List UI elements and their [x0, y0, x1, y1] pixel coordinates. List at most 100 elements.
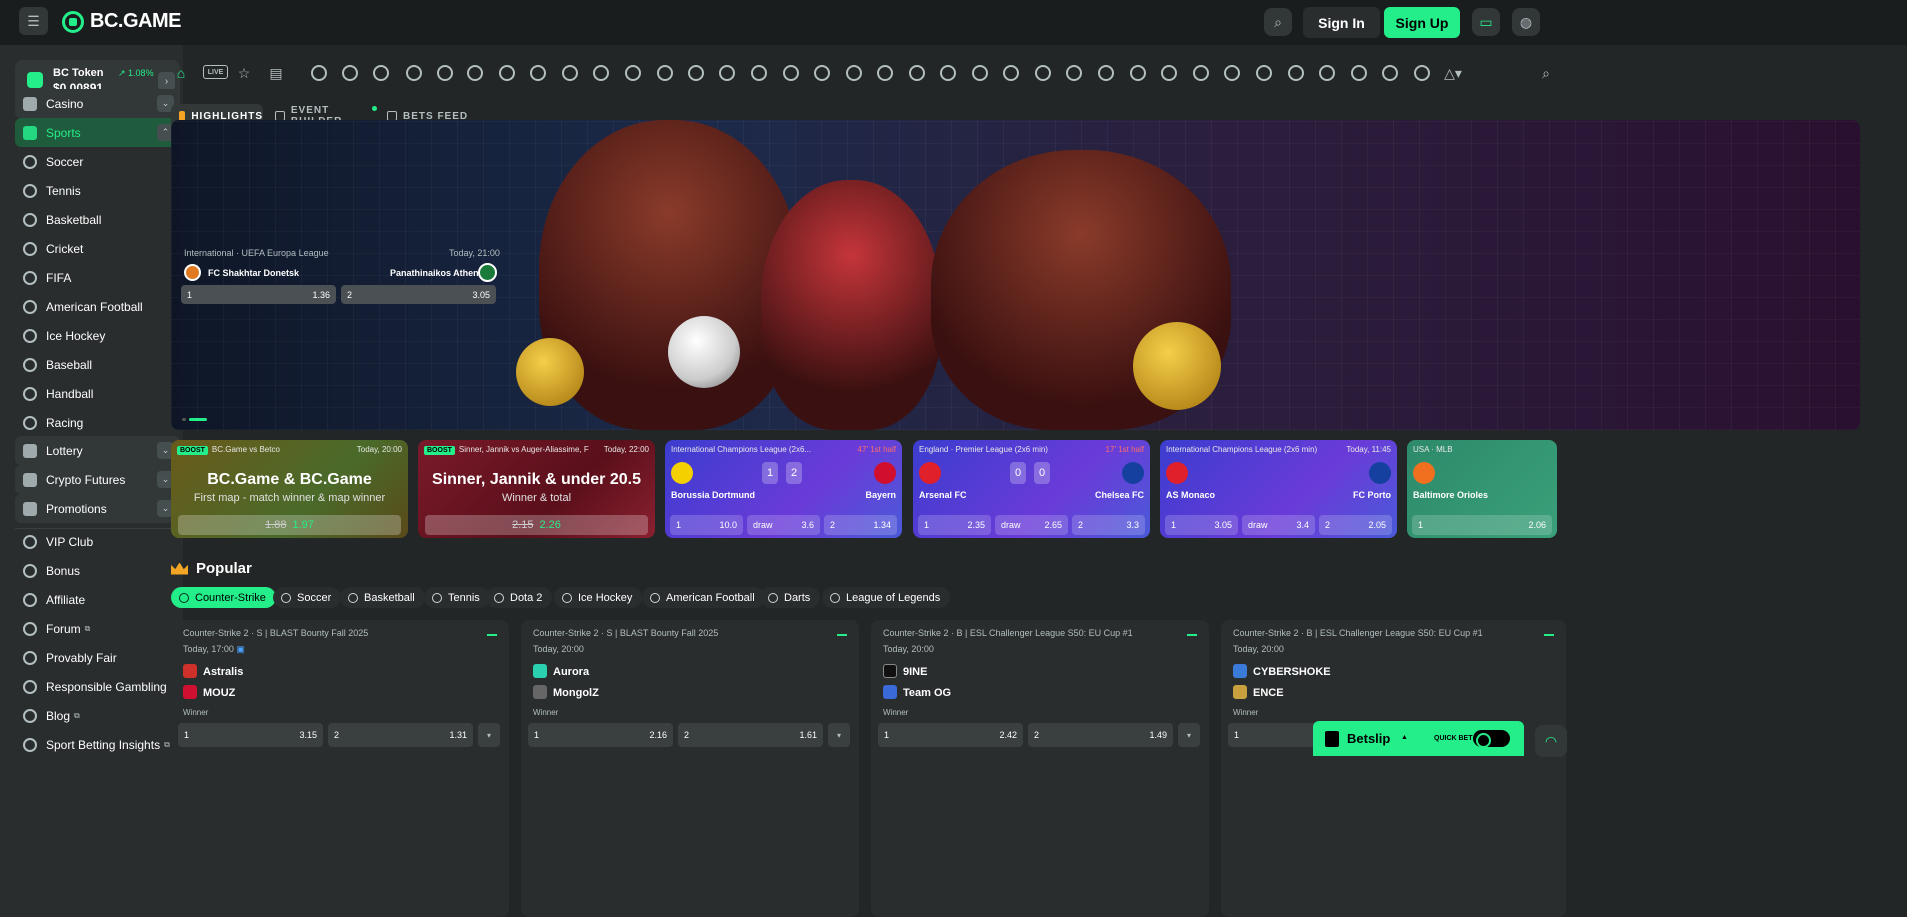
valorant-icon[interactable]: [1412, 63, 1432, 83]
chevron-down-icon[interactable]: ▾: [1178, 723, 1200, 747]
chip-soccer[interactable]: Soccer: [273, 587, 342, 608]
stats-icon[interactable]: [1544, 628, 1554, 636]
chevron-down-icon[interactable]: ▾: [478, 723, 500, 747]
special-icon[interactable]: [309, 63, 329, 83]
archery-icon[interactable]: [1380, 63, 1400, 83]
odds-button[interactable]: 1 3.05: [1165, 515, 1238, 535]
dota-icon[interactable]: [528, 63, 548, 83]
sign-up-button[interactable]: Sign Up: [1384, 7, 1460, 38]
sidebar-item-sports[interactable]: Sports ⌃: [15, 118, 180, 147]
more-sports-icon[interactable]: △▾: [1443, 63, 1463, 83]
logo[interactable]: BC.GAME: [62, 10, 181, 33]
odds-button[interactable]: 1 2.42: [878, 723, 1023, 747]
squash-icon[interactable]: [1191, 63, 1211, 83]
sidebar-item-vip-club[interactable]: VIP Club: [15, 527, 180, 556]
futsal-icon[interactable]: [1222, 63, 1242, 83]
sidebar-item-bonus[interactable]: Bonus: [15, 556, 180, 585]
sidebar-item-promotions[interactable]: Promotions ⌄: [15, 494, 180, 523]
sidebar-item-baseball[interactable]: Baseball: [15, 350, 180, 379]
sidebar-item-forum[interactable]: Forum ⧉: [15, 614, 180, 643]
live-icon[interactable]: LIVE: [203, 65, 228, 79]
chevron-down-icon[interactable]: ▾: [828, 723, 850, 747]
chip-basketball[interactable]: Basketball: [340, 587, 425, 608]
wrestling-icon[interactable]: [1033, 63, 1053, 83]
odds-button[interactable]: 2 3.05: [341, 285, 496, 304]
quick-bet-toggle[interactable]: [1473, 730, 1510, 748]
sidebar-item-soccer[interactable]: Soccer: [15, 147, 180, 176]
odds-button[interactable]: 1 2.06: [1412, 515, 1552, 535]
formula-icon[interactable]: [907, 63, 927, 83]
boost-odds-button[interactable]: 2.15 2.26: [425, 515, 648, 535]
table-tennis-icon[interactable]: [749, 63, 769, 83]
chip-tennis[interactable]: Tennis: [424, 587, 490, 608]
originals-icon[interactable]: [371, 63, 391, 83]
event-card[interactable]: Counter-Strike 2 · S | BLAST Bounty Fall…: [521, 620, 859, 917]
handball-icon[interactable]: [812, 63, 832, 83]
betslip-history-icon[interactable]: ▤: [266, 63, 286, 83]
american-football-icon[interactable]: [1159, 63, 1179, 83]
basketball-icon[interactable]: [465, 63, 485, 83]
match-card[interactable]: International Champions League (2x6 min)…: [1160, 440, 1397, 538]
rugby-league-icon[interactable]: [1286, 63, 1306, 83]
sidebar-item-ice-hockey[interactable]: Ice Hockey: [15, 321, 180, 350]
ebasketball-icon[interactable]: [938, 63, 958, 83]
odds-button[interactable]: 1 1.36: [181, 285, 336, 304]
language-button[interactable]: ◍: [1512, 8, 1540, 36]
odds-button[interactable]: draw 2.65: [995, 515, 1068, 535]
sidebar-item-cricket[interactable]: Cricket: [15, 234, 180, 263]
odds-button[interactable]: 1 2.35: [918, 515, 991, 535]
home-icon[interactable]: ⌂: [171, 63, 191, 83]
odds-button[interactable]: 1 3.15: [178, 723, 323, 747]
menu-button[interactable]: ☰: [19, 7, 48, 35]
penalty-icon[interactable]: [970, 63, 990, 83]
mma-icon[interactable]: [1349, 63, 1369, 83]
chip-american-football[interactable]: American Football: [642, 587, 765, 608]
darts-icon[interactable]: [1001, 63, 1021, 83]
chip-darts[interactable]: Darts: [760, 587, 821, 608]
search-icon[interactable]: ⌕: [1536, 63, 1556, 83]
chip-dota-2[interactable]: Dota 2: [486, 587, 553, 608]
ice-hockey-icon[interactable]: [1096, 63, 1116, 83]
sidebar-item-casino[interactable]: Casino ⌄: [15, 89, 180, 118]
sidebar-item-blog[interactable]: Blog ⧉: [15, 701, 180, 730]
odds-button[interactable]: draw 3.4: [1242, 515, 1315, 535]
odds-button[interactable]: 2 1.34: [824, 515, 897, 535]
soccer-icon[interactable]: [340, 63, 360, 83]
efighting-icon[interactable]: [1317, 63, 1337, 83]
odds-button[interactable]: 2 1.49: [1028, 723, 1173, 747]
odds-button[interactable]: draw 3.6: [747, 515, 820, 535]
sidebar-item-basketball[interactable]: Basketball: [15, 205, 180, 234]
stats-icon[interactable]: [1187, 628, 1197, 636]
sidebar-item-provably-fair[interactable]: Provably Fair: [15, 643, 180, 672]
match-card[interactable]: International Champions League (2x6... 47…: [665, 440, 902, 538]
sidebar-item-lottery[interactable]: Lottery ⌄: [15, 436, 180, 465]
chip-ice-hockey[interactable]: Ice Hockey: [554, 587, 643, 608]
fifa-icon[interactable]: [404, 63, 424, 83]
boost-odds-button[interactable]: 1.88 1.97: [178, 515, 401, 535]
odds-button[interactable]: 2 3.3: [1072, 515, 1145, 535]
sidebar-item-crypto-futures[interactable]: Crypto Futures ⌄: [15, 465, 180, 494]
event-card[interactable]: Counter-Strike 2 · B | ESL Challenger Le…: [1221, 620, 1566, 917]
sidebar-item-racing[interactable]: Racing: [15, 408, 180, 437]
odds-button[interactable]: 1 10.0: [670, 515, 743, 535]
sidebar-item-tennis[interactable]: Tennis: [15, 176, 180, 205]
tennis-icon[interactable]: [435, 63, 455, 83]
stats-icon[interactable]: [487, 628, 497, 636]
stats-icon[interactable]: [837, 628, 847, 636]
chess-icon[interactable]: [875, 63, 895, 83]
chip-counter-strike[interactable]: Counter-Strike: [171, 587, 276, 608]
boost-card[interactable]: BOOST Sinner, Jannik vs Auger-Aliassime, …: [418, 440, 655, 538]
boxing-icon[interactable]: [1064, 63, 1084, 83]
match-card[interactable]: England · Premier League (2x6 min) 17' 1s…: [913, 440, 1150, 538]
odds-button[interactable]: 1 2.16: [528, 723, 673, 747]
hero-banner[interactable]: International · UEFA Europa League Today…: [171, 120, 1860, 430]
support-button[interactable]: ◠: [1535, 725, 1567, 757]
boost-card[interactable]: BOOST BC.Game vs Betco Today, 20:00 BC.Gam…: [171, 440, 408, 538]
sign-in-button[interactable]: Sign In: [1303, 7, 1380, 38]
favorites-icon[interactable]: ☆: [234, 63, 254, 83]
match-card[interactable]: USA · MLB Baltimore Orioles 1 2.06: [1407, 440, 1557, 538]
sidebar-item-affiliate[interactable]: Affiliate: [15, 585, 180, 614]
betslip-bar[interactable]: Betslip ▲ QUICK BET: [1313, 721, 1524, 756]
odds-button[interactable]: 2 1.31: [328, 723, 473, 747]
sidebar-item-american-football[interactable]: American Football: [15, 292, 180, 321]
